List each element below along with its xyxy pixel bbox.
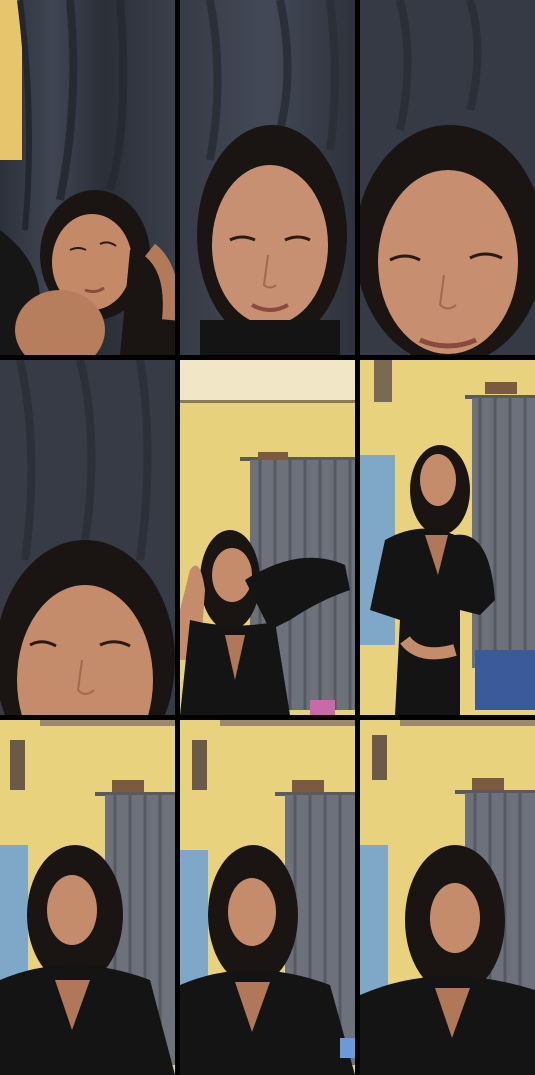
video-frame-9 (360, 720, 535, 1075)
video-frame-2 (180, 0, 355, 355)
frame-6-image (360, 360, 535, 715)
frame-5-image (180, 360, 355, 715)
frame-9-image (360, 720, 535, 1075)
video-frame-7 (0, 720, 175, 1075)
frame-3-image (360, 0, 535, 355)
video-frame-1 (0, 0, 175, 355)
frame-1-image (0, 0, 175, 355)
video-frame-8 (180, 720, 355, 1075)
video-frame-6 (360, 360, 535, 715)
video-frame-3 (360, 0, 535, 355)
video-frame-4 (0, 360, 175, 715)
frame-2-image (180, 0, 355, 355)
frame-8-image (180, 720, 355, 1075)
frame-7-image (0, 720, 175, 1075)
frame-4-image (0, 360, 175, 715)
video-frame-grid (0, 0, 535, 1075)
video-frame-5 (180, 360, 355, 715)
